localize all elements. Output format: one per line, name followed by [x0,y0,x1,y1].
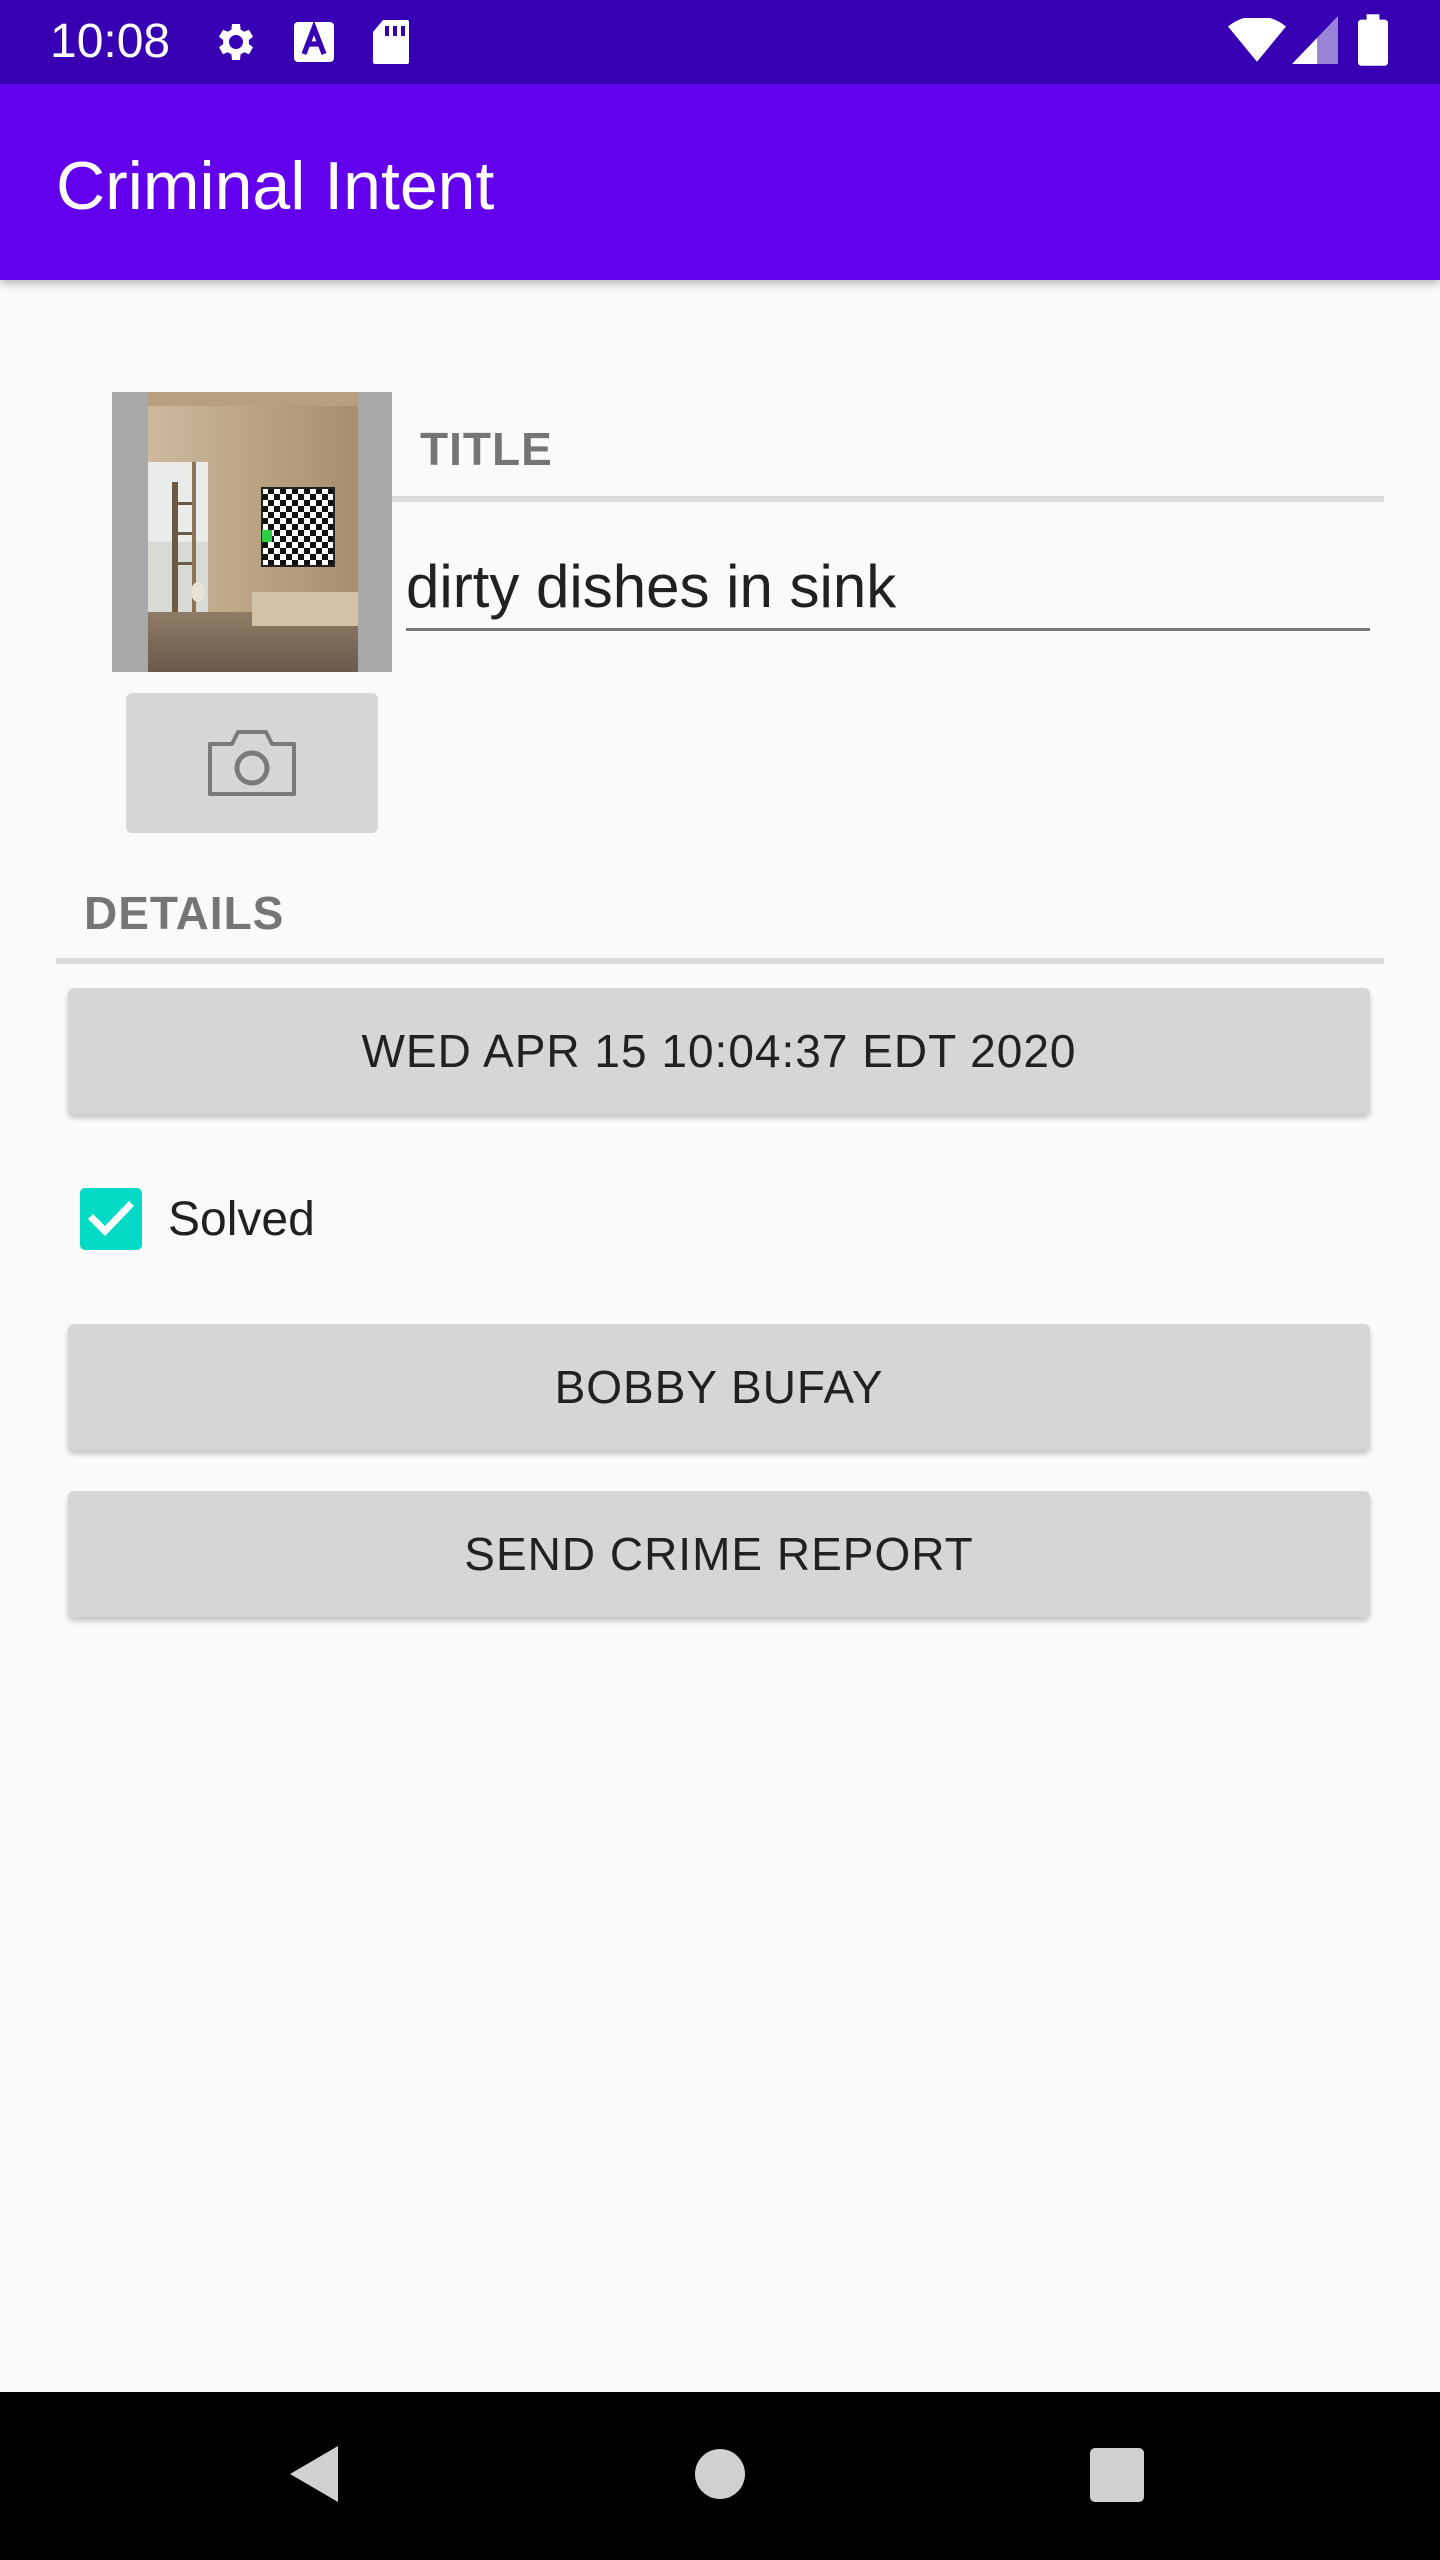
crime-photo[interactable] [112,392,392,672]
details-divider [56,958,1384,964]
recents-icon[interactable] [1090,2448,1144,2502]
status-time: 10:08 [50,15,171,68]
date-button[interactable]: WED APR 15 10:04:37 EDT 2020 [68,988,1370,1114]
title-field[interactable] [406,544,1370,631]
app-bar: Criminal Intent [0,84,1440,280]
solved-label[interactable]: Solved [168,1190,315,1250]
title-divider [392,496,1384,502]
date-button-label: WED APR 15 10:04:37 EDT 2020 [361,1025,1077,1077]
camera-icon [208,730,296,796]
suspect-button-label: BOBBY BUFAY [554,1361,884,1413]
checkmark-icon [88,1201,134,1237]
solved-checkbox[interactable] [80,1188,142,1250]
title-section-label: TITLE [420,423,553,475]
app-title: Criminal Intent [56,148,495,224]
status-bar: 10:08 [0,0,1440,84]
camera-button[interactable] [126,693,378,833]
sd-card-icon [373,20,409,64]
suspect-button[interactable]: BOBBY BUFAY [68,1324,1370,1450]
signal-icon [1292,16,1338,64]
send-report-button-label: SEND CRIME REPORT [464,1528,974,1580]
details-section-label: DETAILS [84,887,285,939]
back-icon[interactable] [286,2442,342,2506]
crime-photo-image [112,392,392,672]
navigation-bar [0,2392,1440,2560]
text-a-icon [294,20,334,62]
battery-icon [1358,14,1388,66]
settings-icon [219,24,253,60]
wifi-icon [1228,18,1286,62]
send-report-button[interactable]: SEND CRIME REPORT [68,1491,1370,1617]
home-icon[interactable] [694,2448,746,2500]
